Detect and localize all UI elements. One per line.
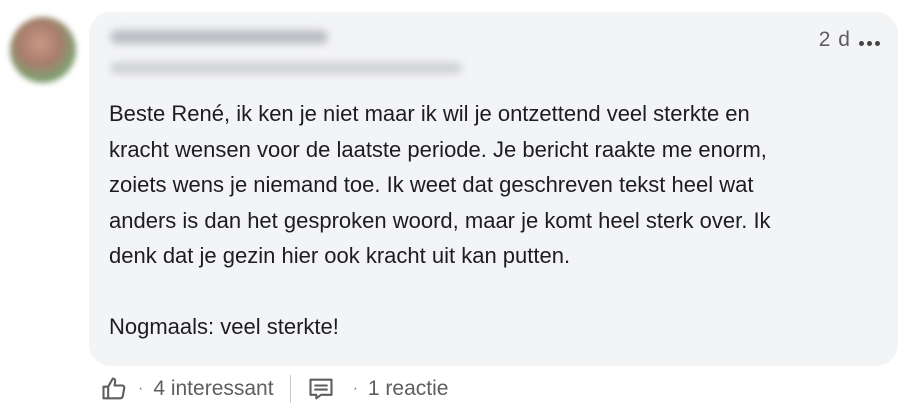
comment-line: denk dat je gezin hier ook kracht uit ka… (109, 243, 571, 268)
comment-line: kracht wensen voor de laatste periode. J… (109, 136, 767, 162)
separator-dot: · (138, 380, 144, 397)
timestamp: 2 d (818, 28, 851, 51)
comment-bubble: 2 d Beste René, ik ken je niet maar ik w… (89, 12, 898, 366)
comment-closing: Nogmaals: veel sterkte! (109, 314, 339, 339)
comment-line: zoiets wens je niemand toe. Ik weet dat … (109, 172, 754, 197)
comment-text: Beste René, ik ken je niet maar ik wil j… (109, 96, 879, 345)
comment-card: 2 d Beste René, ik ken je niet maar ik w… (0, 0, 910, 416)
divider (289, 375, 291, 403)
more-options-button[interactable] (859, 35, 880, 46)
comment-line: Beste René, ik ken je niet maar ik wil j… (109, 101, 750, 126)
comment-line: anders is dan het gesproken woord, maar … (109, 207, 771, 233)
author-headline-blurred (110, 62, 462, 74)
avatar[interactable] (10, 17, 76, 83)
separator-dot: · (352, 380, 358, 397)
more-dot (867, 40, 872, 46)
more-dot (859, 40, 864, 46)
comment-meta: 2 d (819, 28, 880, 52)
comment-actions: · 4 interessant · 1 reactie (100, 372, 448, 406)
replies-count[interactable]: 1 reactie (368, 377, 449, 401)
thumbs-up-icon[interactable] (100, 375, 128, 403)
author-name-blurred[interactable] (110, 30, 328, 44)
reactions-count[interactable]: 4 interessant (153, 377, 273, 401)
comment-icon[interactable] (307, 375, 335, 403)
more-dot (875, 40, 880, 46)
